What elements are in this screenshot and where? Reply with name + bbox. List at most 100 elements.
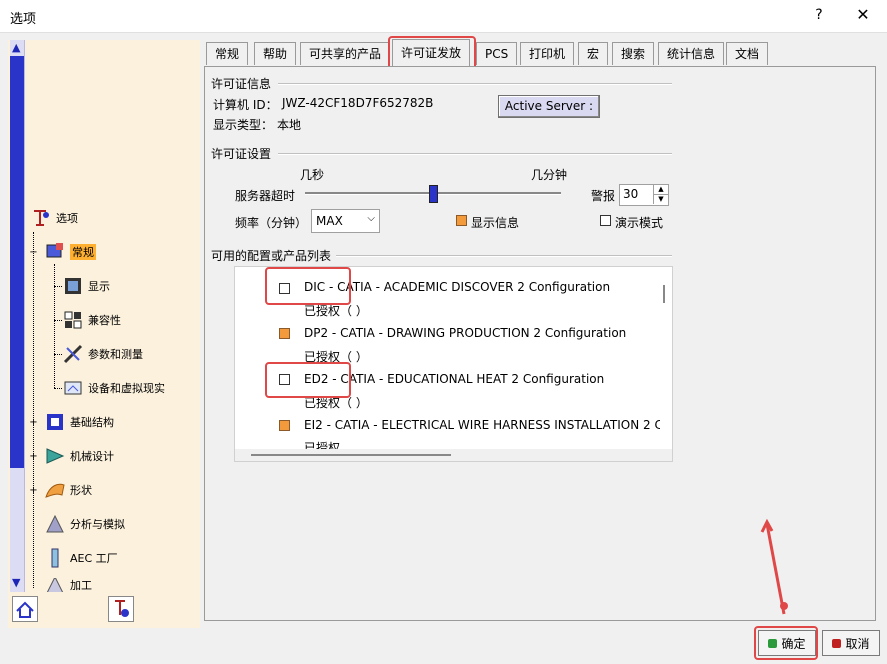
tab-search[interactable]: 搜索 xyxy=(612,42,655,65)
spin-down-icon[interactable]: ▼ xyxy=(653,195,668,204)
tree-item-label: 常规 xyxy=(70,244,96,260)
tree-item-label: 机械设计 xyxy=(70,450,114,463)
tree-item-label: 分析与模拟 xyxy=(70,518,125,531)
tree-root-label: 选项 xyxy=(56,212,78,225)
list-hscroll[interactable] xyxy=(235,449,672,461)
close-button[interactable]: ✕ xyxy=(852,4,874,26)
tree-connector xyxy=(54,264,55,388)
product-label[interactable]: DP2 - CATIA - DRAWING PRODUCTION 2 Confi… xyxy=(304,326,626,340)
spin-up-icon[interactable]: ▲ xyxy=(653,185,668,195)
slider-thumb[interactable] xyxy=(429,185,438,203)
tab-statistics[interactable]: 统计信息 xyxy=(658,42,725,65)
tab-shareable-products[interactable]: 可共享的产品 xyxy=(300,42,391,65)
tree-item-general[interactable]: 常规 xyxy=(44,240,96,264)
frequency-label: 频率（分钟） xyxy=(235,216,308,230)
tab-printer[interactable]: 打印机 xyxy=(520,42,575,65)
product-checkbox[interactable] xyxy=(279,420,290,431)
tree-item-devices-vr[interactable]: 设备和虚拟现实 xyxy=(62,376,165,400)
tree-scrollbar[interactable]: ▲ ▼ xyxy=(10,40,25,592)
show-info-checkbox[interactable] xyxy=(456,215,467,226)
collapse-icon[interactable]: − xyxy=(29,248,38,258)
shape-icon xyxy=(45,483,65,498)
tree-item-shape[interactable]: 形状 xyxy=(44,478,92,502)
scroll-up-icon[interactable]: ▲ xyxy=(12,42,22,53)
tree-item-infrastructure[interactable]: 基础结构 xyxy=(44,410,114,434)
annotation-arrow-icon xyxy=(760,518,788,615)
active-server-button[interactable]: Active Server : xyxy=(498,95,600,118)
minutes-label: 几分钟 xyxy=(531,168,568,182)
window-title: 选项 xyxy=(10,12,37,27)
mechanical-design-icon xyxy=(46,448,65,464)
tree-item-label: 形状 xyxy=(70,484,92,497)
tree-reset-icon[interactable] xyxy=(108,596,134,622)
tab-general[interactable]: 常规 xyxy=(206,42,249,65)
product-status: 已授权 xyxy=(304,441,341,449)
scroll-thumb[interactable] xyxy=(10,56,24,468)
computer-id-label: 计算机 ID： xyxy=(213,98,278,112)
display-icon xyxy=(65,278,81,294)
tab-documents[interactable]: 文档 xyxy=(726,42,769,65)
tree-connector xyxy=(54,354,62,355)
tree-home-icon[interactable] xyxy=(12,596,38,622)
help-button[interactable]: ? xyxy=(808,4,830,26)
demo-mode-checkbox[interactable] xyxy=(600,215,611,226)
analysis-icon xyxy=(46,514,64,533)
dic-highlight xyxy=(265,267,351,305)
tree-item-aec[interactable]: AEC 工厂 xyxy=(44,546,118,570)
product-list-title: 可用的配置或产品列表 xyxy=(211,249,332,263)
tree-connector xyxy=(54,388,62,389)
alarm-label: 警报 xyxy=(591,189,616,203)
tab-pcs[interactable]: PCS xyxy=(476,42,518,65)
expand-icon[interactable]: + xyxy=(29,452,38,462)
tree-item-label: 加工 xyxy=(70,579,92,592)
tree-item-label: 显示 xyxy=(88,280,110,293)
chevron-down-icon: ⌵ xyxy=(367,213,375,224)
ed2-highlight xyxy=(265,362,351,398)
tree-item-display[interactable]: 显示 xyxy=(62,274,110,298)
tree-item-parameters[interactable]: 参数和测量 xyxy=(62,342,143,366)
compatibility-icon xyxy=(64,311,82,329)
frequency-value: MAX xyxy=(316,214,343,228)
general-icon xyxy=(46,243,63,258)
cancel-icon xyxy=(832,638,842,648)
product-label[interactable]: EI2 - CATIA - ELECTRICAL WIRE HARNESS IN… xyxy=(304,418,660,432)
machining-icon xyxy=(46,578,64,592)
tab-macro[interactable]: 宏 xyxy=(578,42,609,65)
seconds-label: 几秒 xyxy=(300,168,325,182)
tree-item-label: 基础结构 xyxy=(70,416,114,429)
expand-icon[interactable]: + xyxy=(29,486,38,496)
server-timeout-label: 服务器超时 xyxy=(235,189,296,203)
tree-item-compatibility[interactable]: 兼容性 xyxy=(62,308,121,332)
options-root-icon xyxy=(34,210,49,226)
display-type-value: 本地 xyxy=(277,118,302,132)
title-bar: 选项 ? ✕ xyxy=(0,0,887,33)
tree-connector xyxy=(54,286,62,287)
tree-item-machining[interactable]: 加工 xyxy=(44,578,92,592)
section-divider xyxy=(278,153,672,155)
section-divider xyxy=(336,255,672,257)
list-vscroll-thumb[interactable] xyxy=(663,285,665,303)
license-settings-title: 许可证设置 xyxy=(211,147,272,161)
alarm-stepper[interactable]: 30 ▲ ▼ xyxy=(619,184,669,206)
computer-id-value: JWZ-42CF18D7F652782B xyxy=(282,96,434,110)
ok-button-highlight xyxy=(754,626,818,660)
scroll-down-icon[interactable]: ▼ xyxy=(12,577,22,588)
tree-connector xyxy=(54,320,62,321)
parameters-icon xyxy=(63,344,83,364)
demo-mode-label: 演示模式 xyxy=(615,216,664,230)
tree-item-mechanical[interactable]: 机械设计 xyxy=(44,444,114,468)
show-info-label: 显示信息 xyxy=(471,216,520,230)
expand-icon[interactable]: + xyxy=(29,418,38,428)
cancel-button[interactable]: 取消 xyxy=(822,630,880,656)
infrastructure-icon xyxy=(47,414,63,430)
tree-item-analysis[interactable]: 分析与模拟 xyxy=(44,512,125,536)
tab-help[interactable]: 帮助 xyxy=(254,42,297,65)
aec-plant-icon xyxy=(51,548,59,568)
frequency-select[interactable]: MAX ⌵ xyxy=(311,209,380,233)
cancel-label: 取消 xyxy=(845,636,870,651)
tree-item-label: 兼容性 xyxy=(88,314,121,327)
list-hscroll-thumb[interactable] xyxy=(251,454,451,456)
product-checkbox[interactable] xyxy=(279,328,290,339)
tree-root[interactable]: 选项 xyxy=(30,206,78,230)
tree-item-label: 设备和虚拟现实 xyxy=(88,382,165,395)
